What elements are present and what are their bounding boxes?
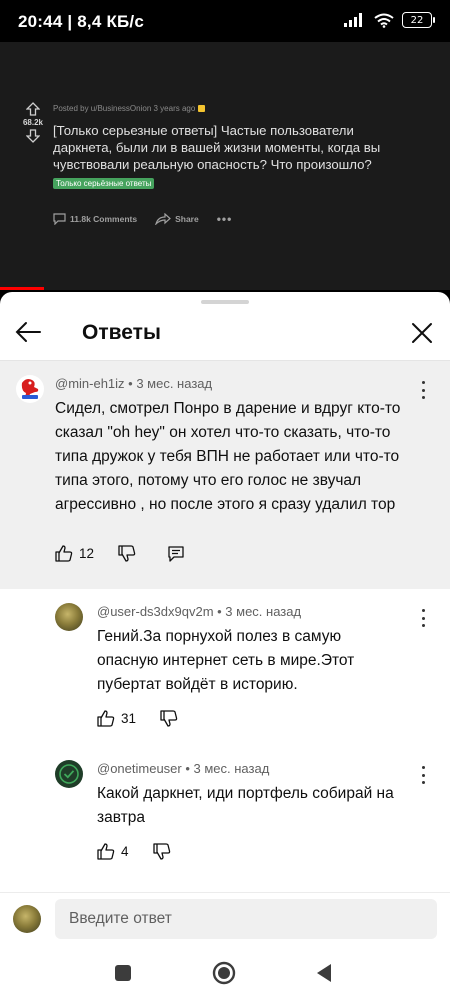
check-avatar-icon (59, 764, 79, 784)
comment-actions: 12 (55, 545, 184, 562)
avatar[interactable] (16, 375, 44, 403)
reply-icon[interactable] (168, 545, 184, 562)
post-comments: 11.8k Comments (53, 213, 137, 225)
back-arrow-icon[interactable] (14, 320, 42, 344)
reply-input-bar: Введите ответ (0, 892, 450, 948)
nav-back-icon[interactable] (315, 963, 333, 983)
vote-column: 68.2k (20, 102, 46, 143)
avatar[interactable] (55, 603, 83, 631)
nav-recents-icon[interactable] (114, 964, 132, 982)
status-time: 20:44 | 8,4 КБ/с (18, 12, 145, 31)
share-icon (155, 213, 171, 225)
system-nav-bar (0, 948, 450, 1000)
dislike-icon[interactable] (160, 710, 178, 727)
post-actions: 11.8k Comments Share ••• (53, 212, 232, 226)
more-icon[interactable] (419, 609, 427, 627)
wifi-icon (374, 13, 394, 28)
reply-item: @onetimeuser • 3 мес. назад Какой даркне… (0, 754, 450, 874)
reply-text: Гений.За порнухой полез в самую опасную … (97, 628, 355, 693)
video-progress-bar[interactable] (0, 287, 44, 290)
award-icon (198, 105, 206, 113)
like-button[interactable]: 31 (97, 710, 136, 727)
comment-author[interactable]: @min-eh1iz • 3 мес. назад (55, 376, 212, 391)
post-share: Share (155, 213, 199, 225)
sheet-header: Ответы (0, 304, 450, 360)
reply-actions: 4 (97, 843, 171, 860)
close-icon[interactable] (410, 321, 434, 345)
parent-comment: @min-eh1iz • 3 мес. назад Сидел, смотрел… (0, 361, 450, 589)
post-title: [Только серьезные ответы] Частые пользов… (53, 123, 381, 172)
replies-sheet: Ответы @min-eh1iz • 3 мес. назад Сидел, … (0, 292, 450, 892)
dislike-icon[interactable] (118, 545, 136, 562)
more-icon[interactable] (419, 766, 427, 784)
avatar[interactable] (55, 760, 83, 788)
battery-icon: 22 (402, 12, 435, 28)
like-icon (55, 545, 73, 562)
battery-level: 22 (410, 14, 424, 26)
post-flair: Только серьёзные ответы (53, 178, 155, 189)
sheet-title: Ответы (82, 321, 161, 344)
reply-text: Какой даркнет, иди портфель собирай на з… (97, 785, 394, 826)
status-bar: 20:44 | 8,4 КБ/с 22 (0, 0, 450, 42)
post-more-icon: ••• (216, 212, 233, 226)
comment-icon (53, 213, 66, 225)
video-player[interactable]: 68.2k Posted by u/BusinessOnion 3 years … (0, 42, 450, 290)
like-button[interactable]: 12 (55, 545, 94, 562)
more-icon[interactable] (419, 381, 427, 399)
like-icon (97, 843, 115, 860)
reply-author[interactable]: @user-ds3dx9qv2m • 3 мес. назад (97, 604, 301, 619)
reply-item: @user-ds3dx9qv2m • 3 мес. назад Гений.За… (0, 597, 450, 747)
nav-home-icon[interactable] (212, 961, 236, 985)
downvote-icon (26, 129, 40, 143)
post-meta: Posted by u/BusinessOnion 3 years ago (53, 104, 206, 113)
like-icon (97, 710, 115, 727)
like-count: 12 (79, 546, 95, 561)
dino-avatar-icon (21, 379, 39, 399)
status-icons: 22 (344, 12, 435, 28)
like-button[interactable]: 4 (97, 843, 129, 860)
upvote-icon (26, 102, 40, 116)
reply-author[interactable]: @onetimeuser • 3 мес. назад (97, 761, 269, 776)
reply-actions: 31 (97, 710, 178, 727)
signal-icon (344, 13, 362, 27)
like-count: 31 (121, 711, 137, 726)
comment-text: Сидел, смотрел Понро в дарение и вдруг к… (55, 400, 401, 513)
dislike-icon[interactable] (152, 843, 171, 860)
avatar (13, 905, 41, 933)
vote-count: 68.2k (22, 118, 44, 127)
like-count: 4 (121, 844, 129, 859)
reply-input[interactable]: Введите ответ (55, 899, 437, 939)
